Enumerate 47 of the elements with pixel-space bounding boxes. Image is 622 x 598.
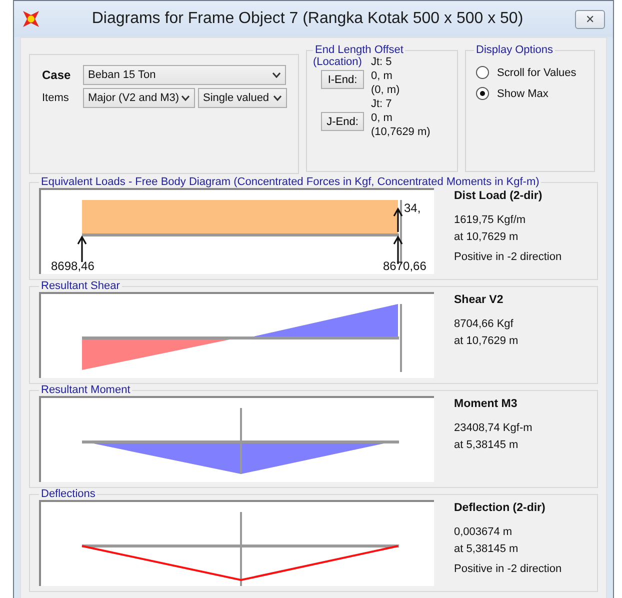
location-value: (0, m)	[371, 84, 401, 96]
chevron-down-icon	[272, 72, 281, 78]
result-heading: Deflection (2-dir)	[454, 502, 546, 514]
option-label[interactable]: Scroll for Values	[497, 66, 576, 78]
group-title: End Length Offset	[314, 44, 404, 56]
group-title: Display Options	[475, 44, 554, 56]
result-heading: Shear V2	[454, 294, 504, 306]
direction-note: Positive in -2 direction	[454, 251, 562, 263]
radio-button[interactable]	[476, 87, 489, 100]
chevron-down-icon	[181, 95, 190, 101]
result-value: 23408,74 Kgf-m	[454, 422, 532, 434]
moment-value: 34,	[404, 201, 421, 215]
location-label: (Location)	[313, 56, 363, 68]
result-value: 1619,75 Kgf/m	[454, 214, 527, 226]
close-button[interactable]: ✕	[575, 10, 605, 28]
result-heading: Moment M3	[454, 398, 518, 410]
option-label[interactable]: Show Max	[497, 88, 548, 100]
direction-note: Positive in -2 direction	[454, 563, 562, 575]
window-title: Diagrams for Frame Object 7 (Rangka Kotak 500 x 500 x 50)	[90, 10, 524, 28]
result-value: at 10,7629 m	[454, 335, 518, 347]
radio-button[interactable]	[476, 66, 489, 79]
offset-value: 0, m	[371, 70, 394, 82]
result-value: at 10,7629 m	[454, 231, 520, 243]
section-title: Resultant Moment	[40, 384, 132, 396]
end-button[interactable]: I-End:	[321, 70, 364, 89]
offset-value: 0, m	[371, 112, 394, 124]
section-title: Equivalent Loads - Free Body Diagram (Concentrated Forces in Kgf, Concentrated Moments in Kgf-m)	[40, 176, 540, 188]
reaction-value: 8698,46	[51, 259, 94, 273]
location-value: (10,7629 m)	[371, 126, 432, 138]
reaction-value: 8670,66	[383, 259, 426, 273]
result-value: at 5,38145 m	[454, 543, 520, 555]
items-dropdown[interactable]: Major (V2 and M3)	[83, 88, 195, 108]
items-label: Items	[42, 92, 70, 104]
section-title: Deflections	[40, 488, 96, 500]
result-value: at 5,38145 m	[454, 439, 520, 451]
end-button[interactable]: J-End:	[321, 112, 364, 131]
case-label: Case	[42, 68, 72, 82]
joint-label: Jt: 7	[371, 98, 393, 110]
result-value: 0,003674 m	[454, 526, 514, 538]
joint-label: Jt: 5	[371, 56, 393, 68]
section-title: Resultant Shear	[40, 280, 121, 292]
chevron-down-icon	[273, 95, 282, 101]
app-icon	[22, 10, 40, 28]
mode-dropdown[interactable]: Single valued	[198, 88, 287, 108]
result-value: 8704,66 Kgf	[454, 318, 514, 330]
result-heading: Dist Load (2-dir)	[454, 190, 544, 202]
case-dropdown[interactable]: Beban 15 Ton	[83, 65, 286, 85]
